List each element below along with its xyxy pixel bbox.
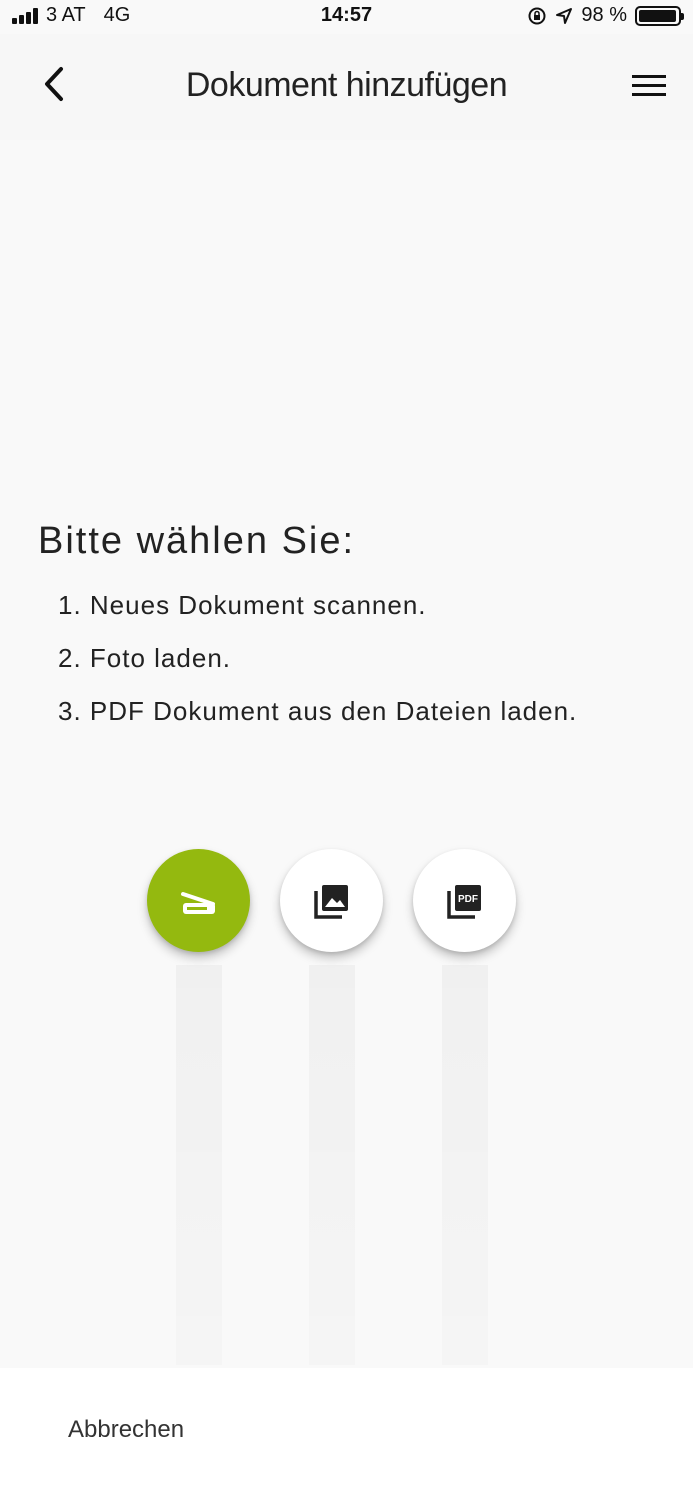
bottom-bar: Abbrechen [0,1368,693,1500]
cancel-button[interactable]: Abbrechen [68,1416,184,1444]
status-bar: 3 AT 4G 14:57 98 % [0,0,693,34]
status-bar-right: 98 % [527,4,684,27]
battery-fill [639,9,677,22]
hamburger-menu-icon [632,75,666,96]
instructions: Bitte wählen Sie: 1. Neues Dokument scan… [38,520,678,744]
location-icon [555,7,573,25]
photo-library-icon [313,884,348,919]
page-title: Dokument hinzufügen [185,66,508,104]
instruction-step: 2. Foto laden. [58,643,231,673]
pdf-icon-label: PDF [458,894,478,905]
battery-percent: 98 % [581,4,627,26]
orientation-lock-icon [527,6,547,26]
scanner-icon [180,891,215,914]
navigation-bar: Dokument hinzufügen [0,34,693,140]
instruction-step: 1. Neues Dokument scannen. [58,590,427,620]
action-buttons: PDF [147,849,517,953]
battery-icon [635,5,684,26]
load-photo-button[interactable] [280,849,383,952]
background-shade [442,965,488,1365]
pdf-icon: PDF [446,884,481,919]
background-shade [176,965,222,1365]
background-shade [309,965,355,1365]
instructions-heading: Bitte wählen Sie: [38,520,356,562]
instructions-steps: 1. Neues Dokument scannen. 2. Foto laden… [38,585,678,744]
scan-document-button[interactable] [147,849,250,952]
instruction-step: 3. PDF Dokument aus den Dateien laden. [58,696,578,726]
menu-button[interactable] [627,64,671,108]
load-pdf-button[interactable]: PDF [413,849,516,952]
